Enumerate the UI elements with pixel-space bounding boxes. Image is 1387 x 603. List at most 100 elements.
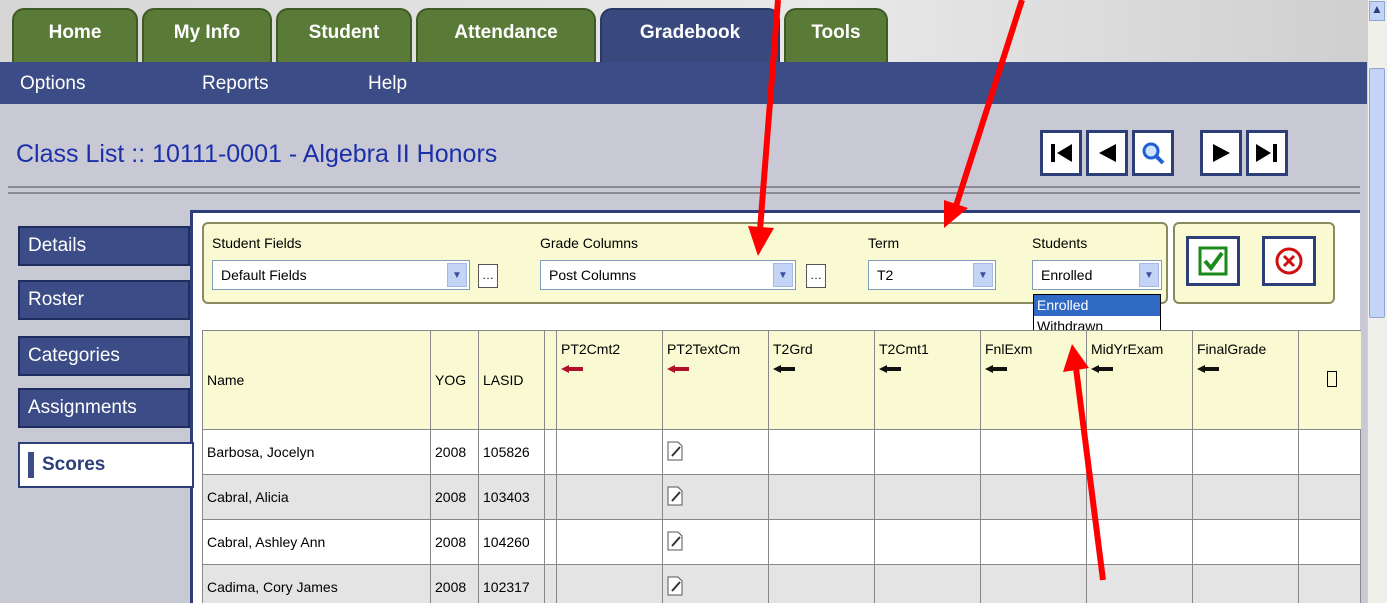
col-label: MidYrExam bbox=[1091, 341, 1164, 357]
cell-score[interactable] bbox=[874, 519, 981, 565]
students-select[interactable]: Enrolled ▼ bbox=[1032, 260, 1162, 290]
pin-icon[interactable] bbox=[879, 365, 901, 373]
side-tab-categories[interactable]: Categories bbox=[18, 336, 190, 376]
cell-score[interactable] bbox=[874, 564, 981, 603]
student-fields-select[interactable]: Default Fields ▼ bbox=[212, 260, 470, 290]
grade-columns-select[interactable]: Post Columns ▼ bbox=[540, 260, 796, 290]
cell-score[interactable] bbox=[980, 474, 1087, 520]
cell-score[interactable] bbox=[980, 429, 1087, 475]
chevron-down-icon[interactable]: ▼ bbox=[973, 263, 993, 287]
cell-spacer bbox=[544, 429, 557, 475]
cell-name: Cabral, Ashley Ann bbox=[202, 519, 431, 565]
chevron-down-icon[interactable]: ▼ bbox=[447, 263, 467, 287]
pin-icon[interactable] bbox=[1091, 365, 1113, 373]
cell-score[interactable] bbox=[1086, 519, 1193, 565]
cell-score[interactable] bbox=[1192, 474, 1299, 520]
chevron-down-icon[interactable]: ▼ bbox=[773, 263, 793, 287]
cancel-button[interactable] bbox=[1262, 236, 1316, 286]
side-tab-scores[interactable]: Scores bbox=[18, 442, 194, 488]
menu-reports[interactable]: Reports bbox=[202, 73, 269, 95]
edit-note-icon[interactable] bbox=[667, 441, 683, 461]
apply-button[interactable] bbox=[1186, 236, 1240, 286]
col-header-t2cmt1[interactable]: T2Cmt1 bbox=[874, 330, 981, 430]
cell-score[interactable] bbox=[768, 474, 875, 520]
pin-icon[interactable] bbox=[667, 365, 689, 373]
pin-icon[interactable] bbox=[1197, 365, 1219, 373]
tab-tools[interactable]: Tools bbox=[784, 8, 888, 62]
cell-score[interactable] bbox=[768, 519, 875, 565]
cell-score[interactable] bbox=[768, 564, 875, 603]
cell-comment[interactable] bbox=[662, 474, 769, 520]
col-header-spacer bbox=[544, 330, 557, 430]
col-header-yog[interactable]: YOG bbox=[430, 330, 479, 430]
pin-icon[interactable] bbox=[561, 365, 583, 373]
col-header-pt2cmt2[interactable]: PT2Cmt2 bbox=[556, 330, 663, 430]
cell-score[interactable] bbox=[980, 519, 1087, 565]
option-enrolled[interactable]: Enrolled bbox=[1034, 295, 1160, 316]
chevron-down-icon[interactable]: ▼ bbox=[1139, 263, 1159, 287]
first-icon bbox=[1051, 144, 1072, 162]
active-indicator bbox=[28, 452, 34, 478]
cell-comment[interactable] bbox=[662, 429, 769, 475]
col-header-fnlexm[interactable]: FnlExm bbox=[980, 330, 1087, 430]
first-button[interactable] bbox=[1040, 130, 1082, 176]
cell-comment[interactable] bbox=[662, 519, 769, 565]
grade-columns-more-button[interactable]: … bbox=[806, 264, 826, 288]
cell-comment[interactable] bbox=[662, 564, 769, 603]
cell-score[interactable] bbox=[874, 474, 981, 520]
term-select[interactable]: T2 ▼ bbox=[868, 260, 996, 290]
table-row[interactable]: Cabral, Alicia 2008 103403 bbox=[202, 474, 1361, 520]
edit-note-icon[interactable] bbox=[667, 531, 683, 551]
tab-label: My Info bbox=[173, 22, 241, 43]
cell-score[interactable] bbox=[1086, 474, 1193, 520]
last-button[interactable] bbox=[1246, 130, 1288, 176]
edit-note-icon[interactable] bbox=[667, 576, 683, 596]
pin-icon[interactable] bbox=[985, 365, 1007, 373]
select-value: Enrolled bbox=[1041, 267, 1093, 283]
scroll-up-icon[interactable]: ▲ bbox=[1369, 1, 1385, 21]
student-fields-more-button[interactable]: … bbox=[478, 264, 498, 288]
tab-my-info[interactable]: My Info bbox=[142, 8, 272, 62]
col-label: T2Grd bbox=[773, 341, 813, 357]
cell-score[interactable] bbox=[556, 519, 663, 565]
cell-score[interactable] bbox=[874, 429, 981, 475]
cell-score[interactable] bbox=[1192, 429, 1299, 475]
next-icon bbox=[1213, 144, 1230, 162]
cell-score[interactable] bbox=[556, 564, 663, 603]
tab-attendance[interactable]: Attendance bbox=[416, 8, 596, 62]
tab-home[interactable]: Home bbox=[12, 8, 138, 62]
scroll-thumb[interactable] bbox=[1369, 68, 1385, 318]
side-tab-roster[interactable]: Roster bbox=[18, 280, 190, 320]
cell-score[interactable] bbox=[1192, 519, 1299, 565]
col-header-pt2textcm[interactable]: PT2TextCm bbox=[662, 330, 769, 430]
pin-icon[interactable] bbox=[773, 365, 795, 373]
cell-score[interactable] bbox=[1192, 564, 1299, 603]
edit-note-icon[interactable] bbox=[667, 486, 683, 506]
col-header-t2grd[interactable]: T2Grd bbox=[768, 330, 875, 430]
previous-button[interactable] bbox=[1086, 130, 1128, 176]
table-row[interactable]: Barbosa, Jocelyn 2008 105826 bbox=[202, 429, 1361, 475]
col-header-name[interactable]: Name bbox=[202, 330, 431, 430]
menu-help[interactable]: Help bbox=[368, 73, 407, 95]
col-header-midyrexam[interactable]: MidYrExam bbox=[1086, 330, 1193, 430]
tab-student[interactable]: Student bbox=[276, 8, 412, 62]
menu-options[interactable]: Options bbox=[20, 73, 85, 95]
side-tab-details[interactable]: Details bbox=[18, 226, 190, 266]
search-button[interactable] bbox=[1132, 130, 1174, 176]
cell-score[interactable] bbox=[768, 429, 875, 475]
cell-score[interactable] bbox=[1086, 564, 1193, 603]
cell-score[interactable] bbox=[980, 564, 1087, 603]
tab-gradebook[interactable]: Gradebook bbox=[600, 8, 780, 62]
column-icon[interactable] bbox=[1327, 370, 1337, 387]
side-tab-assignments[interactable]: Assignments bbox=[18, 388, 190, 428]
cell-yog: 2008 bbox=[430, 429, 479, 475]
cell-score[interactable] bbox=[1086, 429, 1193, 475]
next-button[interactable] bbox=[1200, 130, 1242, 176]
col-header-finalgrade[interactable]: FinalGrade bbox=[1192, 330, 1299, 430]
cell-score bbox=[1298, 474, 1361, 520]
table-row[interactable]: Cadima, Cory James 2008 102317 bbox=[202, 564, 1361, 603]
col-header-lasid[interactable]: LASID bbox=[478, 330, 545, 430]
table-row[interactable]: Cabral, Ashley Ann 2008 104260 bbox=[202, 519, 1361, 565]
cell-score[interactable] bbox=[556, 474, 663, 520]
cell-score[interactable] bbox=[556, 429, 663, 475]
